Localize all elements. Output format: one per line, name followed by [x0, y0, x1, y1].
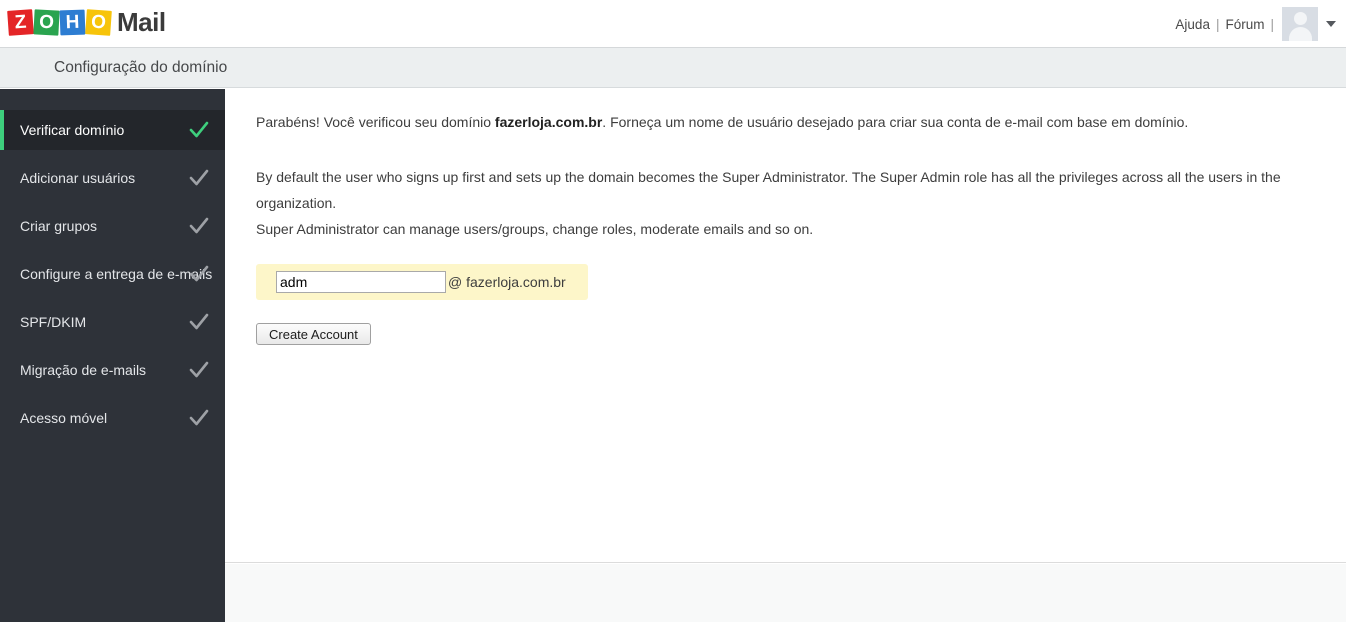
sidebar-item-acesso-movel[interactable]: Acesso móvel	[0, 398, 225, 438]
help-link[interactable]: Ajuda	[1173, 17, 1212, 32]
logo-tile-o-1: O	[33, 8, 60, 36]
sidebar-item-label: Adicionar usuários	[20, 170, 136, 186]
footer-area	[225, 564, 1346, 622]
avatar[interactable]	[1282, 7, 1318, 41]
checkmark-icon	[188, 263, 210, 285]
avatar-head-shape	[1293, 12, 1307, 25]
logo-tile-o-2: O	[85, 8, 112, 36]
sidebar-item-label: SPF/DKIM	[20, 314, 87, 330]
sidebar-item-criar-grupos[interactable]: Criar grupos	[0, 206, 225, 246]
checkmark-icon	[188, 407, 210, 429]
sidebar-item-label: Configure a entrega de e-mails	[20, 266, 213, 282]
sidebar-item-configure-entrega-emails[interactable]: Configure a entrega de e-mails	[0, 254, 225, 294]
checkmark-icon	[188, 167, 210, 189]
sidebar-item-label: Acesso móvel	[20, 410, 108, 426]
sidebar-item-spf-dkim[interactable]: SPF/DKIM	[0, 302, 225, 342]
zoho-mail-logo[interactable]: Z O H O Mail	[7, 6, 166, 37]
sidebar: Verificar domínio Adicionar usuários Cri…	[0, 89, 245, 622]
main-content: Parabéns! Você verificou seu domínio faz…	[225, 89, 1346, 563]
top-header-bar: Z O H O Mail Ajuda | Fórum |	[0, 0, 1346, 48]
congratulations-text: Parabéns! Você verificou seu domínio faz…	[256, 114, 1188, 130]
chevron-down-icon[interactable]	[1326, 21, 1336, 27]
zoho-logo-tiles: Z O H O	[7, 8, 112, 36]
domain-suffix-label: @ fazerloja.com.br	[448, 274, 566, 290]
checkmark-icon	[188, 215, 210, 237]
sidebar-item-label: Migração de e-mails	[20, 362, 147, 378]
super-admin-paragraph-1: By default the user who signs up first a…	[256, 169, 1281, 211]
checkmark-icon	[188, 311, 210, 333]
avatar-body-shape	[1288, 27, 1312, 41]
intro-prefix: Parabéns! Você verificou seu domínio	[256, 114, 495, 130]
sidebar-item-verificar-dominio[interactable]: Verificar domínio	[0, 110, 245, 150]
header-separator-2: |	[1270, 16, 1274, 32]
create-account-button[interactable]: Create Account	[256, 323, 371, 345]
header-separator-1: |	[1215, 16, 1220, 32]
page-title-bar: Configuração do domínio	[0, 48, 1346, 88]
page-title: Configuração do domínio	[54, 59, 228, 76]
sidebar-item-label: Verificar domínio	[20, 122, 125, 138]
forum-link[interactable]: Fórum	[1223, 17, 1266, 32]
logo-tile-z: Z	[7, 8, 34, 36]
sidebar-item-label: Criar grupos	[20, 218, 98, 234]
logo-wordmark: Mail	[117, 6, 166, 37]
header-actions: Ajuda | Fórum |	[1173, 0, 1336, 48]
verified-domain-name: fazerloja.com.br	[494, 114, 603, 130]
sidebar-item-adicionar-usuarios[interactable]: Adicionar usuários	[0, 158, 225, 198]
email-address-field-group: @ fazerloja.com.br	[256, 264, 588, 300]
checkmark-icon	[188, 119, 210, 141]
super-admin-description: By default the user who signs up first a…	[256, 164, 1301, 242]
active-indicator-bar	[0, 110, 4, 150]
intro-suffix: . Forneça um nome de usuário desejado pa…	[602, 114, 1189, 130]
username-input[interactable]	[276, 271, 446, 293]
sidebar-item-migracao-emails[interactable]: Migração de e-mails	[0, 350, 225, 390]
logo-tile-h: H	[59, 9, 86, 35]
super-admin-paragraph-2: Super Administrator can manage users/gro…	[256, 221, 814, 237]
checkmark-icon	[188, 359, 210, 381]
